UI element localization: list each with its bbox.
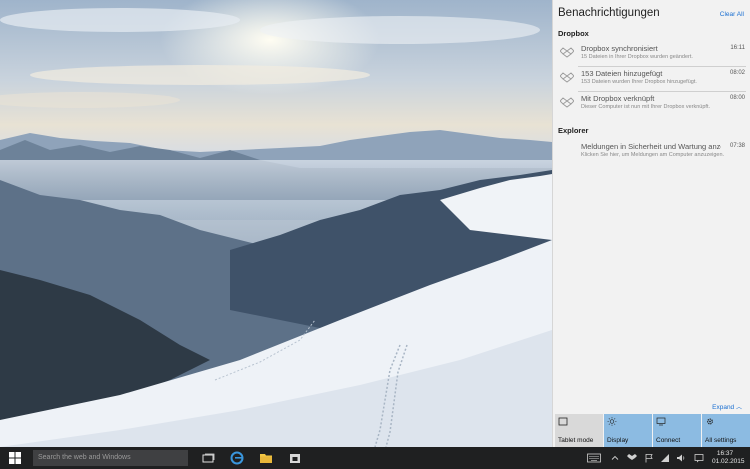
dropbox-tray-icon[interactable]	[627, 453, 637, 463]
connect-icon	[656, 417, 666, 426]
group-title-explorer[interactable]: Explorer	[558, 126, 588, 135]
quick-action-label: All settings	[705, 437, 737, 444]
chevron-up-icon[interactable]	[610, 453, 620, 463]
search-box[interactable]: Search the web and Windows	[33, 450, 188, 466]
clock-time: 16:37	[716, 450, 734, 457]
gear-icon	[707, 418, 713, 425]
desktop-wallpaper	[0, 0, 552, 447]
start-button[interactable]	[0, 447, 30, 469]
task-view-icon	[202, 453, 215, 463]
notification-body: 153 Dateien wurden Ihrer Dropbox hinzuge…	[581, 79, 697, 85]
quick-action-label: Tablet mode	[558, 437, 594, 444]
notification-item[interactable]: Mit Dropbox verknüpft Dieser Computer is…	[556, 92, 748, 118]
windows-logo-icon	[9, 452, 21, 464]
notification-body: Klicken Sie hier, um Meldungen am Comput…	[581, 152, 725, 158]
quick-action-tablet-mode[interactable]: Tablet mode	[555, 414, 603, 447]
notification-title: Meldungen in Sicherheit und Wartung anze…	[581, 142, 721, 151]
notification-time: 07:38	[729, 143, 745, 149]
notification-item[interactable]: Meldungen in Sicherheit und Wartung anze…	[556, 140, 748, 166]
dropbox-icon	[560, 47, 574, 58]
quick-action-label: Display	[607, 437, 629, 444]
notification-time: 16:11	[730, 45, 745, 51]
flag-icon[interactable]	[644, 453, 654, 463]
notification-title: Mit Dropbox verknüpft	[581, 94, 655, 103]
edge-browser-button[interactable]	[229, 450, 245, 466]
quick-action-connect[interactable]: Connect	[653, 414, 701, 447]
task-view-button[interactable]	[200, 450, 216, 466]
monitor-icon[interactable]	[660, 453, 670, 463]
edge-browser-icon	[230, 451, 244, 465]
notification-item[interactable]: 153 Dateien hinzugefügt 153 Dateien wurd…	[556, 67, 748, 93]
notification-title: Dropbox synchronisiert	[581, 44, 658, 53]
search-placeholder: Search the web and Windows	[38, 454, 131, 461]
quick-action-all-settings[interactable]: All settings	[702, 414, 750, 447]
action-center-panel: Benachrichtigungen Clear All Dropbox Dro…	[552, 0, 750, 447]
file-explorer-icon	[260, 454, 272, 463]
dropbox-icon	[560, 72, 574, 83]
volume-icon[interactable]	[676, 453, 686, 463]
notification-time: 08:02	[729, 70, 745, 76]
clock[interactable]: 16:37 01.02.2015	[712, 450, 745, 466]
tablet-icon	[558, 417, 568, 426]
quick-action-label: Connect	[656, 437, 681, 444]
dropbox-icon	[560, 97, 574, 108]
brightness-icon	[607, 417, 617, 426]
action-center-title: Benachrichtigungen	[558, 7, 660, 19]
file-explorer-button[interactable]	[258, 450, 274, 466]
notification-body: 15 Dateien in Ihrer Dropbox wurden geänd…	[581, 54, 693, 60]
group-title-dropbox[interactable]: Dropbox	[558, 29, 589, 38]
notification-body: Dieser Computer ist nun mit Ihrer Dropbo…	[581, 104, 710, 110]
mountain-landscape-image	[0, 0, 552, 447]
expand-button[interactable]: Expand ︿	[712, 402, 742, 411]
notification-time: 08:00	[729, 95, 745, 101]
store-icon	[290, 454, 300, 463]
notifications-icon[interactable]	[694, 453, 704, 463]
quick-action-display[interactable]: Display	[604, 414, 652, 447]
taskbar: Search the web and Windows 16:37 01.02.2…	[0, 447, 750, 469]
store-button[interactable]	[287, 450, 303, 466]
notification-item[interactable]: Dropbox synchronisiert 15 Dateien in Ihr…	[556, 42, 748, 68]
clock-date: 01.02.2015	[712, 458, 745, 465]
notification-title: 153 Dateien hinzugefügt	[581, 69, 663, 78]
chevron-up-icon: ︿	[735, 405, 742, 411]
keyboard-icon[interactable]	[587, 453, 601, 463]
expand-label: Expand	[712, 404, 735, 411]
clear-all-button[interactable]: Clear All	[720, 11, 744, 18]
